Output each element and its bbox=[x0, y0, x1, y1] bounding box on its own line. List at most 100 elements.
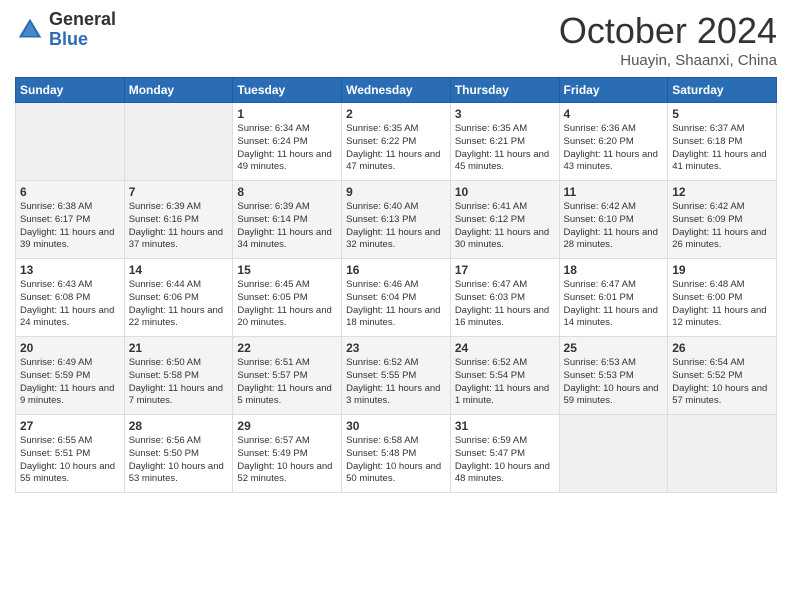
day-number: 26 bbox=[672, 341, 772, 355]
calendar-cell: 29Sunrise: 6:57 AM Sunset: 5:49 PM Dayli… bbox=[233, 415, 342, 493]
calendar-cell: 18Sunrise: 6:47 AM Sunset: 6:01 PM Dayli… bbox=[559, 259, 668, 337]
day-info: Sunrise: 6:46 AM Sunset: 6:04 PM Dayligh… bbox=[346, 279, 446, 330]
day-number: 19 bbox=[672, 263, 772, 277]
calendar-cell bbox=[124, 103, 233, 181]
day-number: 2 bbox=[346, 107, 446, 121]
day-info: Sunrise: 6:35 AM Sunset: 6:22 PM Dayligh… bbox=[346, 123, 446, 174]
logo-blue-text: Blue bbox=[49, 29, 88, 49]
header-day-thursday: Thursday bbox=[450, 78, 559, 103]
calendar-cell: 11 Sunrise: 6:42 AM Sunset: 6:10 PM Dayli… bbox=[559, 181, 668, 259]
calendar-table: SundayMondayTuesdayWednesdayThursdayFrid… bbox=[15, 77, 777, 493]
calendar-cell: 14 Sunrise: 6:44 AM Sunset: 6:06 PM Dayli… bbox=[124, 259, 233, 337]
location: Huayin, Shaanxi, China bbox=[559, 52, 777, 69]
title-block: October 2024 Huayin, Shaanxi, China bbox=[559, 10, 777, 69]
day-number: 10 bbox=[455, 185, 555, 199]
day-number: 24 bbox=[455, 341, 555, 355]
day-number: 3 bbox=[455, 107, 555, 121]
day-number: 17 bbox=[455, 263, 555, 277]
header-day-friday: Friday bbox=[559, 78, 668, 103]
calendar-cell: 31Sunrise: 6:59 AM Sunset: 5:47 PM Dayli… bbox=[450, 415, 559, 493]
day-number: 30 bbox=[346, 419, 446, 433]
page-container: General Blue October 2024 Huayin, Shaanx… bbox=[0, 0, 792, 498]
day-number: 15 bbox=[237, 263, 337, 277]
header-row: SundayMondayTuesdayWednesdayThursdayFrid… bbox=[16, 78, 777, 103]
day-number: 9 bbox=[346, 185, 446, 199]
calendar-cell: 10 Sunrise: 6:41 AM Sunset: 6:12 PM Dayli… bbox=[450, 181, 559, 259]
day-info: Sunrise: 6:50 AM Sunset: 5:58 PM Dayligh… bbox=[129, 357, 229, 408]
day-number: 8 bbox=[237, 185, 337, 199]
day-info: Sunrise: 6:51 AM Sunset: 5:57 PM Dayligh… bbox=[237, 357, 337, 408]
day-info: Sunrise: 6:34 AM Sunset: 6:24 PM Dayligh… bbox=[237, 123, 337, 174]
calendar-cell: 3 Sunrise: 6:35 AM Sunset: 6:21 PM Daylig… bbox=[450, 103, 559, 181]
calendar-cell bbox=[559, 415, 668, 493]
calendar-cell: 12 Sunrise: 6:42 AM Sunset: 6:09 PM Dayli… bbox=[668, 181, 777, 259]
day-number: 20 bbox=[20, 341, 120, 355]
week-row-4: 27Sunrise: 6:55 AM Sunset: 5:51 PM Dayli… bbox=[16, 415, 777, 493]
calendar-cell: 20 Sunrise: 6:49 AM Sunset: 5:59 PM Dayli… bbox=[16, 337, 125, 415]
header-day-saturday: Saturday bbox=[668, 78, 777, 103]
day-number: 16 bbox=[346, 263, 446, 277]
day-number: 21 bbox=[129, 341, 229, 355]
calendar-cell: 23 Sunrise: 6:52 AM Sunset: 5:55 PM Dayli… bbox=[342, 337, 451, 415]
week-row-2: 13Sunrise: 6:43 AM Sunset: 6:08 PM Dayli… bbox=[16, 259, 777, 337]
calendar-cell: 30Sunrise: 6:58 AM Sunset: 5:48 PM Dayli… bbox=[342, 415, 451, 493]
day-number: 6 bbox=[20, 185, 120, 199]
calendar-cell: 9Sunrise: 6:40 AM Sunset: 6:13 PM Daylig… bbox=[342, 181, 451, 259]
calendar-cell bbox=[668, 415, 777, 493]
day-number: 7 bbox=[129, 185, 229, 199]
day-number: 12 bbox=[672, 185, 772, 199]
day-info: Sunrise: 6:39 AM Sunset: 6:14 PM Dayligh… bbox=[237, 201, 337, 252]
calendar-cell: 2 Sunrise: 6:35 AM Sunset: 6:22 PM Daylig… bbox=[342, 103, 451, 181]
day-number: 14 bbox=[129, 263, 229, 277]
day-info: Sunrise: 6:52 AM Sunset: 5:55 PM Dayligh… bbox=[346, 357, 446, 408]
month-title: October 2024 bbox=[559, 10, 777, 52]
day-number: 1 bbox=[237, 107, 337, 121]
day-info: Sunrise: 6:42 AM Sunset: 6:10 PM Dayligh… bbox=[564, 201, 664, 252]
day-info: Sunrise: 6:44 AM Sunset: 6:06 PM Dayligh… bbox=[129, 279, 229, 330]
calendar-cell: 25 Sunrise: 6:53 AM Sunset: 5:53 PM Dayli… bbox=[559, 337, 668, 415]
calendar-cell: 8 Sunrise: 6:39 AM Sunset: 6:14 PM Daylig… bbox=[233, 181, 342, 259]
day-info: Sunrise: 6:54 AM Sunset: 5:52 PM Dayligh… bbox=[672, 357, 772, 408]
calendar-cell: 19 Sunrise: 6:48 AM Sunset: 6:00 PM Dayli… bbox=[668, 259, 777, 337]
day-info: Sunrise: 6:39 AM Sunset: 6:16 PM Dayligh… bbox=[129, 201, 229, 252]
calendar-cell: 6 Sunrise: 6:38 AM Sunset: 6:17 PM Daylig… bbox=[16, 181, 125, 259]
week-row-3: 20 Sunrise: 6:49 AM Sunset: 5:59 PM Dayli… bbox=[16, 337, 777, 415]
day-info: Sunrise: 6:56 AM Sunset: 5:50 PM Dayligh… bbox=[129, 435, 229, 486]
header: General Blue October 2024 Huayin, Shaanx… bbox=[15, 10, 777, 69]
day-number: 18 bbox=[564, 263, 664, 277]
calendar-cell: 15 Sunrise: 6:45 AM Sunset: 6:05 PM Dayli… bbox=[233, 259, 342, 337]
day-info: Sunrise: 6:42 AM Sunset: 6:09 PM Dayligh… bbox=[672, 201, 772, 252]
header-day-wednesday: Wednesday bbox=[342, 78, 451, 103]
calendar-cell: 13Sunrise: 6:43 AM Sunset: 6:08 PM Dayli… bbox=[16, 259, 125, 337]
day-info: Sunrise: 6:57 AM Sunset: 5:49 PM Dayligh… bbox=[237, 435, 337, 486]
calendar-cell: 1 Sunrise: 6:34 AM Sunset: 6:24 PM Daylig… bbox=[233, 103, 342, 181]
calendar-cell: 28 Sunrise: 6:56 AM Sunset: 5:50 PM Dayli… bbox=[124, 415, 233, 493]
day-info: Sunrise: 6:48 AM Sunset: 6:00 PM Dayligh… bbox=[672, 279, 772, 330]
header-day-sunday: Sunday bbox=[16, 78, 125, 103]
day-info: Sunrise: 6:38 AM Sunset: 6:17 PM Dayligh… bbox=[20, 201, 120, 252]
day-info: Sunrise: 6:35 AM Sunset: 6:21 PM Dayligh… bbox=[455, 123, 555, 174]
day-info: Sunrise: 6:55 AM Sunset: 5:51 PM Dayligh… bbox=[20, 435, 120, 486]
day-number: 28 bbox=[129, 419, 229, 433]
day-number: 5 bbox=[672, 107, 772, 121]
calendar-cell: 7 Sunrise: 6:39 AM Sunset: 6:16 PM Daylig… bbox=[124, 181, 233, 259]
week-row-0: 1 Sunrise: 6:34 AM Sunset: 6:24 PM Daylig… bbox=[16, 103, 777, 181]
calendar-cell bbox=[16, 103, 125, 181]
calendar-cell: 5Sunrise: 6:37 AM Sunset: 6:18 PM Daylig… bbox=[668, 103, 777, 181]
day-info: Sunrise: 6:36 AM Sunset: 6:20 PM Dayligh… bbox=[564, 123, 664, 174]
day-number: 25 bbox=[564, 341, 664, 355]
calendar-cell: 4 Sunrise: 6:36 AM Sunset: 6:20 PM Daylig… bbox=[559, 103, 668, 181]
day-info: Sunrise: 6:43 AM Sunset: 6:08 PM Dayligh… bbox=[20, 279, 120, 330]
header-day-tuesday: Tuesday bbox=[233, 78, 342, 103]
day-number: 23 bbox=[346, 341, 446, 355]
day-info: Sunrise: 6:53 AM Sunset: 5:53 PM Dayligh… bbox=[564, 357, 664, 408]
day-number: 4 bbox=[564, 107, 664, 121]
day-info: Sunrise: 6:45 AM Sunset: 6:05 PM Dayligh… bbox=[237, 279, 337, 330]
logo-icon bbox=[15, 15, 45, 45]
logo-general-text: General bbox=[49, 9, 116, 29]
day-info: Sunrise: 6:49 AM Sunset: 5:59 PM Dayligh… bbox=[20, 357, 120, 408]
day-info: Sunrise: 6:41 AM Sunset: 6:12 PM Dayligh… bbox=[455, 201, 555, 252]
header-day-monday: Monday bbox=[124, 78, 233, 103]
calendar-cell: 22Sunrise: 6:51 AM Sunset: 5:57 PM Dayli… bbox=[233, 337, 342, 415]
day-number: 11 bbox=[564, 185, 664, 199]
